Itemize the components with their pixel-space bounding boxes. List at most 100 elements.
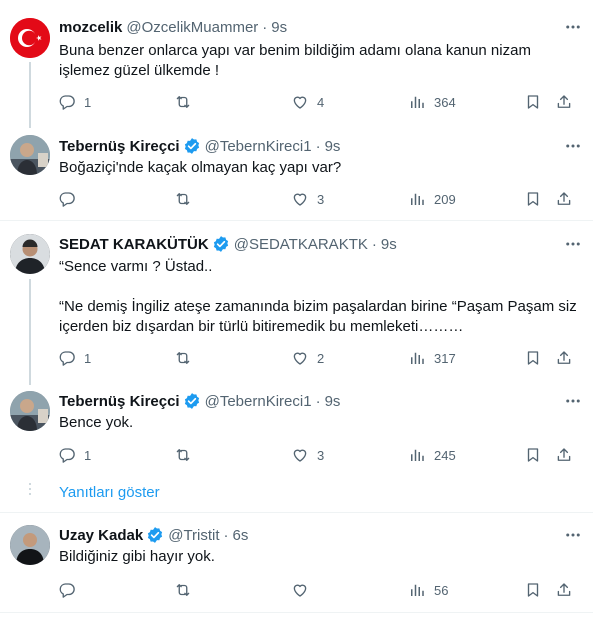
reply-button[interactable]: 1 [58,92,91,112]
heart-icon [293,584,307,597]
views-button[interactable]: 245 [408,445,456,465]
separator: · [371,235,377,253]
retweet-button[interactable] [174,189,200,209]
separator: · [262,18,268,36]
retweet-icon [176,449,190,461]
view-count: 364 [434,94,456,110]
avatar[interactable] [10,525,50,565]
user-photo-icon [10,234,50,274]
thread-line [29,279,31,385]
separator: · [315,392,321,410]
user-photo-icon [10,391,50,431]
action-bar: 1 3 245 [58,445,578,465]
tweet-header: SEDAT KARAKÜTÜK @SEDATKARAKTK · 9s [59,234,397,254]
timestamp[interactable]: 9s [325,138,341,155]
bookmark-button[interactable] [524,92,542,112]
reply-icon [59,583,75,598]
reply-button[interactable] [58,580,84,600]
user-handle[interactable]: @Tristit [168,527,219,544]
views-button[interactable]: 317 [408,348,456,368]
timestamp[interactable]: 9s [325,393,341,410]
user-handle[interactable]: @OzcelikMuammer [126,19,258,36]
retweet-icon [176,96,190,108]
share-button[interactable] [555,580,573,600]
bookmark-icon [527,351,539,365]
more-options-icon[interactable] [563,17,583,37]
reply-button[interactable] [58,189,84,209]
tweet-text: Bildiğiniz gibi hayır yok. [59,548,215,565]
separator: · [315,137,321,155]
share-button[interactable] [555,348,573,368]
bookmark-icon [527,192,539,206]
like-button[interactable]: 3 [291,445,324,465]
view-count: 317 [434,350,456,366]
reply-count: 1 [84,350,92,366]
like-count: 3 [317,447,325,463]
views-button[interactable]: 56 [408,580,448,600]
bookmark-button[interactable] [524,189,542,209]
avatar[interactable] [10,234,50,274]
display-name[interactable]: SEDAT KARAKÜTÜK [59,236,209,253]
display-name[interactable]: Tebernüş Kireçci [59,138,180,155]
bookmark-button[interactable] [524,580,542,600]
share-button[interactable] [555,92,573,112]
views-button[interactable]: 209 [408,189,456,209]
share-icon [557,192,571,205]
action-bar: 3 209 [58,189,578,209]
retweet-button[interactable] [174,580,200,600]
heart-icon [293,96,307,109]
user-handle[interactable]: @TebernKireci1 [205,393,312,410]
retweet-button[interactable] [174,445,200,465]
like-count: 2 [317,350,325,366]
more-options-icon[interactable] [563,525,583,545]
reply-icon [59,95,75,110]
more-options-icon[interactable] [563,234,583,254]
share-icon [557,95,571,108]
user-handle[interactable]: @SEDATKARAKTK [234,236,368,253]
user-handle[interactable]: @TebernKireci1 [205,138,312,155]
views-icon [411,584,424,596]
reply-icon [59,448,75,463]
display-name[interactable]: mozcelik [59,19,122,36]
verified-badge-icon [183,392,201,410]
reply-button[interactable]: 1 [58,348,91,368]
like-button[interactable]: 3 [291,189,324,209]
more-options-icon[interactable] [563,391,583,411]
bookmark-button[interactable] [524,348,542,368]
reply-icon [59,351,75,366]
views-icon [411,449,424,461]
views-icon [411,96,424,108]
reply-icon [59,192,75,207]
avatar[interactable] [10,391,50,431]
more-options-icon[interactable] [563,136,583,156]
reply-button[interactable]: 1 [58,445,91,465]
heart-icon [293,193,307,206]
user-photo-icon [10,135,50,175]
retweet-button[interactable] [174,348,200,368]
show-replies-link[interactable]: Yanıtları göster [59,484,160,501]
retweet-button[interactable] [174,92,200,112]
timestamp[interactable]: 9s [381,236,397,253]
like-button[interactable]: 4 [291,92,324,112]
view-count: 209 [434,191,456,207]
turkish-flag-icon [10,18,50,58]
share-button[interactable] [555,189,573,209]
like-button[interactable]: 2 [291,348,324,368]
bookmark-button[interactable] [524,445,542,465]
timestamp[interactable]: 9s [271,19,287,36]
display-name[interactable]: Tebernüş Kireçci [59,393,180,410]
share-button[interactable] [555,445,573,465]
like-button[interactable] [291,580,317,600]
avatar[interactable] [10,18,50,58]
views-icon [411,193,424,205]
divider [0,220,593,221]
tweet-header: Tebernüş Kireçci @TebernKireci1 · 9s [59,136,340,156]
avatar[interactable] [10,135,50,175]
timestamp[interactable]: 6s [233,527,249,544]
action-bar: 56 [58,580,578,600]
display-name[interactable]: Uzay Kadak [59,527,143,544]
share-icon [557,351,571,364]
action-bar: 1 4 364 [58,92,578,112]
views-icon [411,352,424,364]
views-button[interactable]: 364 [408,92,456,112]
